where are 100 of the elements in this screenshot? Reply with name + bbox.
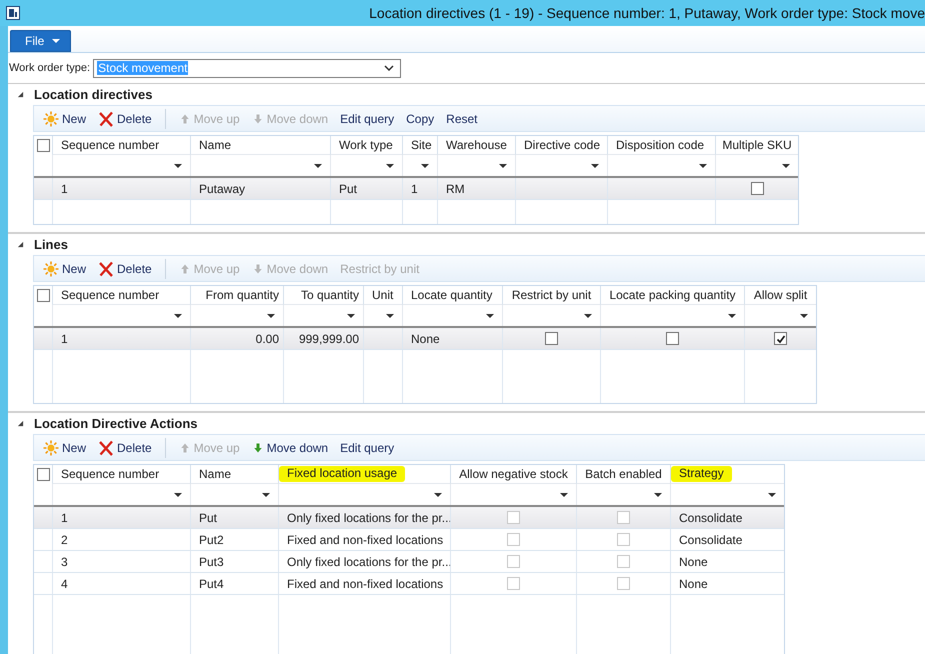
table-cell: RM	[446, 182, 465, 196]
table-cell: 2	[61, 532, 68, 546]
filter-dropdown-icon	[267, 314, 275, 318]
column-header[interactable]: Strategy	[671, 466, 732, 482]
column-header[interactable]: Fixed location usage	[279, 466, 406, 482]
check-icon	[776, 334, 786, 344]
column-header[interactable]: Unit	[372, 288, 394, 302]
column-header[interactable]: From quantity	[206, 288, 279, 302]
toolbar-button[interactable]: Reset	[443, 110, 485, 128]
column-header[interactable]: Sequence number	[61, 288, 160, 302]
column-header[interactable]: Disposition code	[616, 138, 704, 152]
table-cell: 1	[61, 182, 68, 196]
column-header[interactable]: To quantity	[300, 288, 359, 302]
filter-dropdown-icon	[421, 164, 429, 168]
column-header[interactable]: Work type	[339, 138, 393, 152]
toolbar-button[interactable]: New	[40, 438, 94, 458]
toolbar-button[interactable]: Edit query	[337, 110, 402, 128]
table-cell: 1	[61, 332, 68, 346]
table-cell: 3	[61, 554, 68, 568]
filter-dropdown-icon	[174, 164, 182, 168]
table-cell: 4	[61, 576, 68, 590]
sun-icon	[43, 440, 59, 456]
table-row[interactable]: 1 Put Only fixed locations for the pr... Consolidate	[34, 507, 784, 529]
column-header[interactable]: Locate packing quantity	[609, 288, 736, 302]
section-title: Location Directive Actions	[34, 416, 198, 431]
table-cell: Only fixed locations for the pr...	[287, 554, 452, 568]
filter-dropdown-icon	[174, 314, 182, 318]
table-cell: Put3	[199, 554, 224, 568]
down-arrow-icon	[252, 262, 264, 274]
column-header[interactable]: Multiple SKU	[722, 138, 792, 152]
table-cell: Put4	[199, 576, 224, 590]
toolbar-button[interactable]: New	[40, 108, 94, 128]
filter-dropdown-icon	[591, 164, 599, 168]
window-title: Location directives (1 - 19) - Sequence number: 1, Putaway, Work order type: Stock move	[368, 5, 925, 21]
cross-icon	[98, 110, 114, 126]
column-header[interactable]: Site	[411, 138, 432, 152]
table-row[interactable]: 1 Putaway Put 1 RM	[34, 178, 798, 200]
checkbox[interactable]	[666, 332, 679, 345]
collapse-icon[interactable]	[17, 91, 24, 98]
filter-dropdown-icon	[314, 164, 322, 168]
collapse-icon[interactable]	[17, 241, 24, 248]
column-header[interactable]: Batch enabled	[585, 467, 662, 481]
section-title: Location directives	[34, 87, 152, 102]
table-cell: Fixed and non-fixed locations	[287, 532, 444, 546]
table-cell: 0.00	[256, 332, 279, 346]
column-header[interactable]: Directive code	[524, 138, 600, 152]
checkbox[interactable]	[750, 182, 764, 195]
table-cell: None	[679, 576, 708, 590]
sun-icon	[43, 260, 59, 276]
toolbar-button[interactable]: Delete	[95, 108, 159, 128]
section-title: Lines	[34, 237, 68, 252]
table-cell: Put	[199, 510, 218, 524]
table-row[interactable]: 1 0.00 999,999.00 None	[34, 328, 816, 350]
table-row[interactable]: 4 Put4 Fixed and non-fixed locations None	[34, 573, 784, 595]
table-cell: None	[411, 332, 440, 346]
select-all-checkbox[interactable]	[36, 139, 50, 152]
column-header[interactable]: Name	[199, 467, 232, 481]
select-all-checkbox[interactable]	[36, 468, 50, 481]
table-cell: Consolidate	[679, 532, 742, 546]
down-arrow-icon	[252, 112, 264, 124]
up-arrow-icon	[178, 112, 191, 124]
cross-icon	[98, 260, 114, 276]
toolbar-button[interactable]: Move down	[248, 438, 336, 456]
filter-dropdown-icon	[782, 164, 790, 168]
filter-dropdown-icon	[560, 492, 568, 496]
up-arrow-icon	[178, 262, 191, 274]
filter-dropdown-icon	[728, 314, 736, 318]
column-header[interactable]: Allow split	[754, 288, 808, 302]
checkbox[interactable]	[545, 332, 558, 345]
up-arrow-icon	[178, 442, 191, 454]
column-header[interactable]: Allow negative stock	[459, 467, 568, 481]
table-cell: 1	[61, 510, 68, 524]
filter-dropdown-icon	[654, 492, 662, 496]
column-header[interactable]: Sequence number	[61, 467, 160, 481]
filter-dropdown-icon	[800, 314, 808, 318]
column-header[interactable]: Warehouse	[446, 138, 507, 152]
toolbar-button[interactable]: New	[40, 258, 94, 278]
column-header[interactable]: Restrict by unit	[512, 288, 592, 302]
table-cell: Putaway	[199, 182, 246, 196]
cross-icon	[98, 440, 114, 456]
caret-icon	[52, 39, 60, 43]
collapse-icon[interactable]	[17, 420, 24, 427]
table-cell: Put2	[199, 532, 224, 546]
column-header[interactable]: Sequence number	[61, 138, 160, 152]
toolbar-button[interactable]: Delete	[95, 438, 159, 458]
table-row[interactable]: 3 Put3 Only fixed locations for the pr... None	[34, 551, 784, 573]
filter-dropdown-icon	[486, 314, 494, 318]
select-all-checkbox[interactable]	[36, 289, 50, 302]
table-row[interactable]: 2 Put2 Fixed and non-fixed locations Consolidate	[34, 529, 784, 551]
toolbar-button[interactable]: Delete	[95, 258, 159, 278]
toolbar-button[interactable]: Edit query	[337, 438, 402, 456]
toolbar-button[interactable]: Copy	[403, 110, 442, 128]
filter-dropdown-icon	[262, 492, 270, 496]
table-cell: None	[679, 554, 708, 568]
table-cell: 1	[411, 182, 418, 196]
filter-dropdown-icon	[174, 492, 182, 496]
column-header[interactable]: Locate quantity	[411, 288, 492, 302]
file-menu-tab[interactable]: File	[10, 30, 72, 52]
checkbox[interactable]	[774, 332, 787, 345]
column-header[interactable]: Name	[199, 138, 232, 152]
